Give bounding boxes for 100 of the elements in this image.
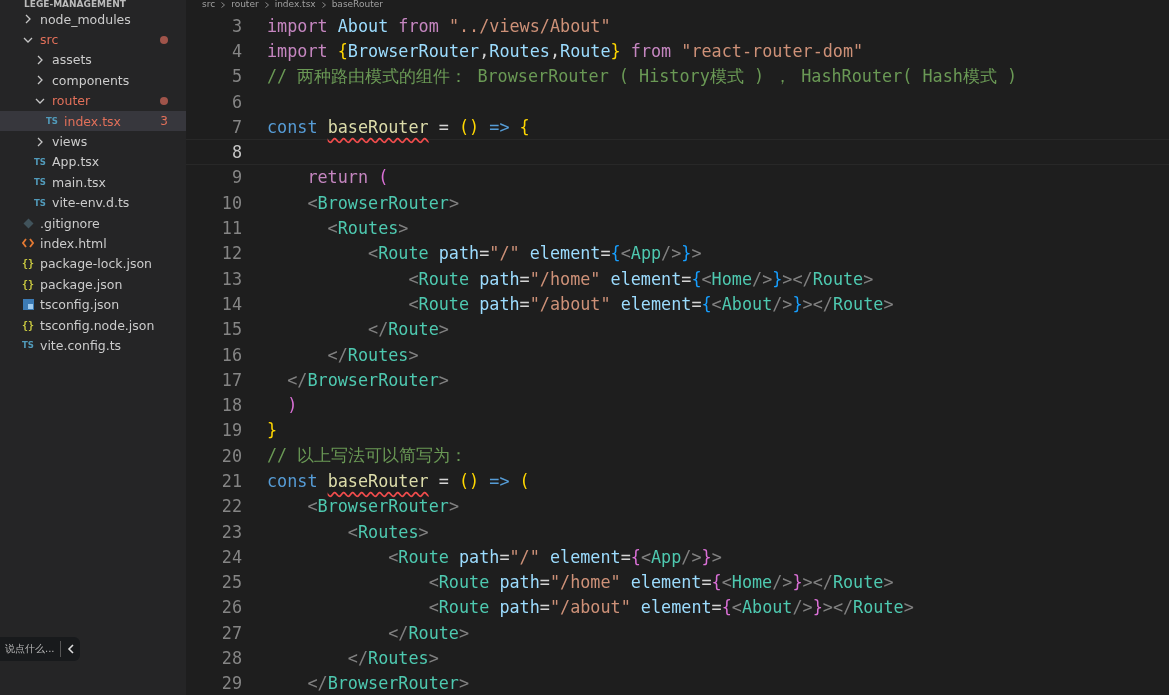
code-token: = <box>519 293 530 314</box>
file-name: package.json <box>40 276 124 292</box>
code-token: = <box>499 546 510 567</box>
file-item[interactable]: {} package-lock.json <box>0 253 186 275</box>
code-token: Route <box>388 319 439 340</box>
breadcrumb-item[interactable]: index.tsx <box>274 0 316 9</box>
file-name: vite.config.ts <box>40 337 123 353</box>
code-token: < <box>326 218 338 238</box>
code-token: > <box>408 344 419 365</box>
code-token: // 两种路由模式的组件： BrowserRouter ( History模式 ) ， HashRouter( Hash模式 ) <box>267 64 1018 88</box>
code-token: Home <box>731 572 773 593</box>
folder-item[interactable]: components <box>0 70 186 91</box>
code-token: const <box>267 116 319 137</box>
line-number: 15 <box>220 319 242 340</box>
code-token: () <box>459 471 481 491</box>
file-item[interactable]: TS vite.config.ts <box>0 335 186 356</box>
line-number: 9 <box>230 167 242 188</box>
code-token: </ <box>346 648 369 669</box>
code-token: element <box>630 572 702 593</box>
code-token: > <box>438 319 449 340</box>
problem-count: 3 <box>160 114 168 129</box>
code-token: "/about" <box>529 293 612 314</box>
code-token: </ <box>387 622 409 643</box>
code-token: > <box>398 218 409 238</box>
file-item[interactable]: TS index.tsx 3 <box>0 110 186 132</box>
code-token: "../views/About" <box>448 15 611 36</box>
breadcrumb-item[interactable]: src <box>202 0 216 9</box>
folder-item[interactable]: router <box>0 90 186 111</box>
code-token: path <box>458 546 500 567</box>
code-token: BrowserRouter <box>317 192 449 213</box>
file-name: views <box>52 134 89 150</box>
folder-item[interactable]: node_modules <box>0 9 186 30</box>
code-token: Routes <box>368 648 429 669</box>
code-token: ) <box>286 395 298 416</box>
config-file-icon <box>22 299 34 311</box>
json-file-icon: {} <box>21 278 34 290</box>
code-token: "/" <box>489 243 521 264</box>
code-token: < <box>346 521 358 542</box>
file-item[interactable]: {} package.json <box>0 274 186 295</box>
file-item[interactable]: TS App.tsx <box>0 151 186 173</box>
code-token: , <box>549 40 561 61</box>
typescript-file-icon: TS <box>34 156 46 167</box>
folder-item[interactable]: views <box>0 131 186 152</box>
chevron-right-icon <box>35 54 45 65</box>
line-number: 7 <box>230 116 242 137</box>
code-token: = <box>437 116 450 137</box>
code-token: /> <box>772 572 793 593</box>
code-token: > <box>438 369 449 390</box>
file-item[interactable]: .gitignore <box>0 212 186 234</box>
code-token: // 以上写法可以简写为： <box>267 444 468 468</box>
code-token: > <box>903 597 914 618</box>
code-token: /> <box>752 268 773 289</box>
code-token: = <box>600 243 611 264</box>
line-number: 11 <box>220 218 242 238</box>
code-token: Routes <box>347 344 409 365</box>
line-number: 5 <box>230 66 242 87</box>
code-token: </ <box>326 344 348 365</box>
file-name: index.tsx <box>64 113 122 129</box>
code-token: > <box>458 673 470 694</box>
line-number: 10 <box>220 192 242 213</box>
line-number: 17 <box>220 369 242 390</box>
code-token: "/home" <box>529 268 602 289</box>
code-token: > <box>418 521 429 542</box>
code-token: path <box>438 243 480 264</box>
line-number: 13 <box>220 268 242 289</box>
comment-placeholder[interactable]: 说点什么... <box>5 642 55 656</box>
code-token: = <box>539 572 550 593</box>
code-token: "/" <box>509 546 541 567</box>
code-token: { <box>711 572 722 593</box>
breadcrumb-item[interactable]: router <box>231 0 259 9</box>
code-token: path <box>499 597 540 618</box>
chevron-right-icon <box>321 1 326 8</box>
code-token: < <box>620 243 631 264</box>
code-token: < <box>711 293 722 314</box>
modified-dot <box>160 35 168 44</box>
file-item[interactable]: index.html <box>0 233 186 254</box>
file-name: components <box>52 72 131 88</box>
line-number: 24 <box>220 546 242 567</box>
file-name: tsconfig.node.json <box>40 317 156 333</box>
folder-item[interactable]: src <box>0 29 186 50</box>
folder-item[interactable]: assets <box>0 49 186 71</box>
code-token: > <box>448 192 459 213</box>
code-token: Route <box>418 293 471 314</box>
file-item[interactable]: {} tsconfig.node.json <box>0 314 186 336</box>
line-number: 21 <box>220 471 242 491</box>
file-item[interactable]: TS main.tsx <box>0 172 186 193</box>
code-token: { <box>610 243 621 264</box>
code-token: App <box>651 546 682 567</box>
code-token: = <box>519 268 530 289</box>
code-token: element <box>610 268 682 289</box>
breadcrumb-item[interactable]: baseRouter <box>331 0 383 9</box>
code-token: element <box>529 243 601 264</box>
code-token: return <box>306 167 370 188</box>
typescript-file-icon: TS <box>34 177 46 188</box>
file-item[interactable]: TS vite-env.d.ts <box>0 192 186 213</box>
file-item[interactable]: tsconfig.json <box>0 294 186 315</box>
code-token: const <box>267 471 319 491</box>
code-token: About <box>741 597 793 618</box>
typescript-file-icon: TS <box>22 340 34 351</box>
line-number: 8 <box>230 142 242 163</box>
